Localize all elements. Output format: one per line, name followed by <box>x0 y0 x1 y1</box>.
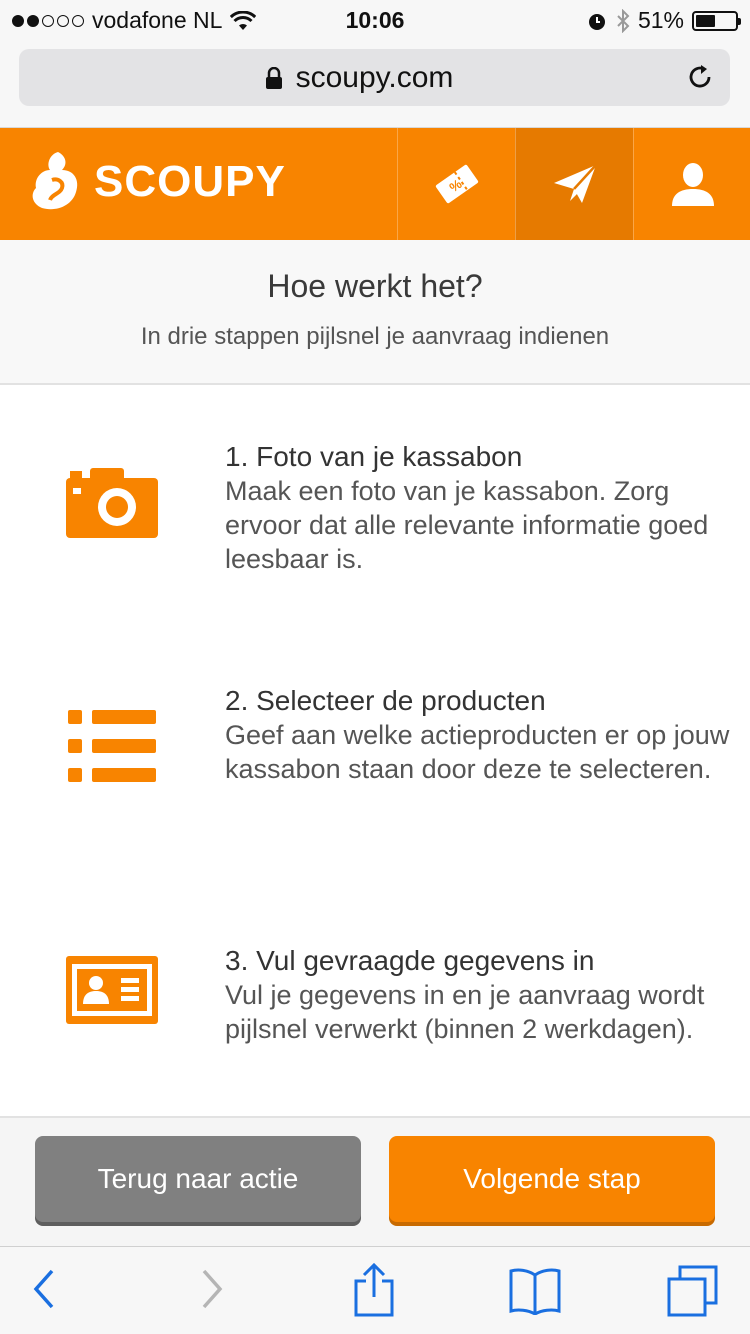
battery-icon <box>692 10 741 31</box>
step-description: Geef aan welke actieproducten er op jouw… <box>225 720 730 784</box>
intro-section: Hoe werkt het? In drie stappen pijlsnel … <box>0 240 750 385</box>
address-bar[interactable]: scoupy.com <box>19 49 730 106</box>
address-url: scoupy.com <box>295 61 454 94</box>
back-arrow-icon[interactable] <box>30 1267 58 1311</box>
scoupy-logo[interactable]: SCOUPY <box>28 148 286 216</box>
coupon-icon: % <box>435 164 478 204</box>
reload-icon[interactable] <box>686 63 714 91</box>
step-text: 1. Foto van je kassabon Maak een foto va… <box>225 440 745 576</box>
coupons-button[interactable]: % <box>397 128 515 240</box>
logo-text: SCOUPY <box>94 157 286 206</box>
bookmarks-icon[interactable] <box>508 1267 562 1315</box>
step-title: 1. Foto van je kassabon <box>225 441 523 472</box>
status-bar: vodafone NL 10:06 51% <box>0 0 750 40</box>
account-button[interactable] <box>633 128 750 240</box>
send-button[interactable] <box>515 128 633 240</box>
list-icon <box>68 710 156 782</box>
alarm-icon <box>588 13 605 30</box>
camera-icon <box>66 468 158 538</box>
id-card-icon <box>66 956 158 1024</box>
page-title: Hoe werkt het? <box>267 268 483 304</box>
step-title: 2. Selecteer de producten <box>225 685 546 716</box>
bluetooth-icon <box>617 8 630 33</box>
step-title: 3. Vul gevraagde gegevens in <box>225 945 595 976</box>
step-description: Maak een foto van je kassabon. Zorg ervo… <box>225 476 709 574</box>
page-subtitle: In drie stappen pijlsnel je aanvraag ind… <box>140 323 610 350</box>
browser-toolbar <box>0 1246 750 1334</box>
tabs-icon[interactable] <box>666 1265 720 1317</box>
site-header: SCOUPY % <box>0 128 750 240</box>
user-icon <box>671 163 714 206</box>
squirrel-logo-icon <box>32 152 78 210</box>
forward-arrow-icon[interactable] <box>198 1267 226 1311</box>
browser-address-area: scoupy.com <box>0 40 750 128</box>
step-description: Vul je gegevens in en je aanvraag wordt … <box>225 980 705 1044</box>
action-bar: Terug naar actie Volgende stap <box>0 1116 750 1246</box>
next-step-button[interactable]: Volgende stap <box>389 1136 715 1222</box>
paper-plane-icon <box>553 164 597 203</box>
status-right: 51% <box>586 7 741 34</box>
step-text: 2. Selecteer de producten Geef aan welke… <box>225 684 745 786</box>
battery-percent: 51% <box>637 7 684 33</box>
share-icon[interactable] <box>352 1263 396 1317</box>
back-to-offer-button[interactable]: Terug naar actie <box>35 1136 361 1222</box>
step-text: 3. Vul gevraagde gegevens in Vul je gege… <box>225 944 745 1046</box>
